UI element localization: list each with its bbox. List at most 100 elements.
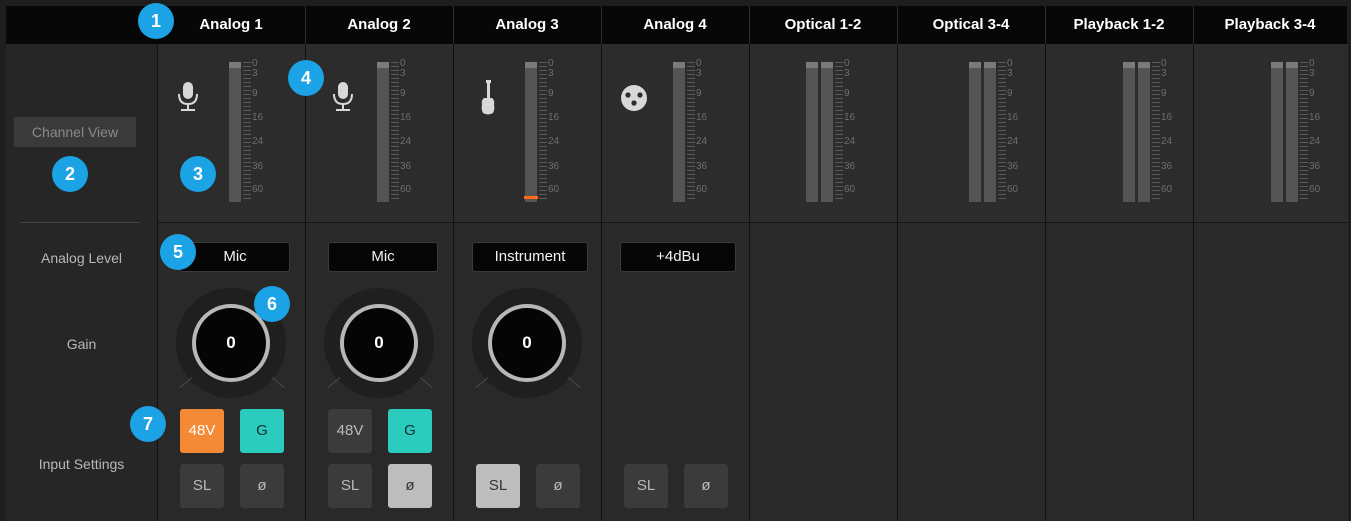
mixer-window: Analog 1 Analog 2 Analog 3 Analog 4 Opti… xyxy=(6,6,1348,521)
scale-label: 3 xyxy=(1161,68,1167,79)
scale-label: 16 xyxy=(1309,112,1321,123)
scale-label: 3 xyxy=(400,68,406,79)
level-meter-bar-left xyxy=(1123,62,1135,202)
header-divider xyxy=(601,6,602,44)
phantom-48v-button[interactable]: 48V xyxy=(180,409,224,453)
meter-peak-cap xyxy=(377,62,389,68)
level-meter-bar-right xyxy=(821,62,833,202)
microphone-icon xyxy=(333,82,353,111)
meter-ticks xyxy=(539,62,547,202)
meter-ticks xyxy=(243,62,251,202)
meter-ticks xyxy=(391,62,399,202)
solo-button[interactable]: SL xyxy=(180,464,224,508)
channel-header: Analog 1 Analog 2 Analog 3 Analog 4 Opti… xyxy=(6,6,1347,44)
gain-knob[interactable]: 0 xyxy=(472,288,582,398)
channel-header-optical-1-2[interactable]: Optical 1-2 xyxy=(749,6,897,44)
channel-strip-optical-3-4: 0 3 9 16 24 36 60 xyxy=(897,44,1045,521)
analog-level-select[interactable]: Mic xyxy=(180,242,290,272)
scale-label: 3 xyxy=(696,68,702,79)
row-labels-panel: Channel View Analog Level Gain Input Set… xyxy=(6,44,157,521)
scale-label: 9 xyxy=(696,88,702,99)
meter-peak-cap xyxy=(1123,62,1135,68)
scale-label: 24 xyxy=(1007,136,1019,147)
solo-button[interactable]: SL xyxy=(624,464,668,508)
meter-peak-cap xyxy=(984,62,996,68)
channel-strip-analog-2: 0 3 9 16 24 36 60 Mic 0 48V G SL ø xyxy=(305,44,453,521)
channel-header-analog-2[interactable]: Analog 2 xyxy=(305,6,453,44)
meter-peak-cap xyxy=(1271,62,1283,68)
callout-1: 1 xyxy=(138,3,174,39)
meter-section: 0 3 9 16 24 36 60 xyxy=(454,44,601,223)
meter-peak-indicator xyxy=(524,196,538,199)
phantom-48v-button[interactable]: 48V xyxy=(328,409,372,453)
scale-label: 24 xyxy=(548,136,560,147)
phase-invert-button[interactable]: ø xyxy=(684,464,728,508)
channel-header-analog-3[interactable]: Analog 3 xyxy=(453,6,601,44)
analog-level-select[interactable]: Mic xyxy=(328,242,438,272)
channel-header-playback-3-4[interactable]: Playback 3-4 xyxy=(1193,6,1347,44)
scale-label: 3 xyxy=(1007,68,1013,79)
scale-label: 9 xyxy=(548,88,554,99)
analog-level-select[interactable]: +4dBu xyxy=(620,242,736,272)
scale-label: 9 xyxy=(1007,88,1013,99)
header-divider xyxy=(749,6,750,44)
channel-strip-analog-1: 0 3 9 16 24 36 60 Mic 0 48V G SL ø xyxy=(157,44,305,521)
phase-invert-button[interactable]: ø xyxy=(240,464,284,508)
channel-header-playback-1-2[interactable]: Playback 1-2 xyxy=(1045,6,1193,44)
scale-label: 3 xyxy=(548,68,554,79)
meter-ticks xyxy=(835,62,843,202)
ground-button[interactable]: G xyxy=(388,409,432,453)
meter-section: 0 3 9 16 24 36 60 xyxy=(898,44,1045,223)
channel-header-optical-3-4[interactable]: Optical 3-4 xyxy=(897,6,1045,44)
gain-knob[interactable]: 0 xyxy=(324,288,434,398)
scale-label: 60 xyxy=(1309,184,1321,195)
scale-label: 60 xyxy=(252,184,264,195)
sidebar-divider xyxy=(20,222,140,223)
channel-header-analog-1[interactable]: Analog 1 xyxy=(157,6,305,44)
meter-peak-cap xyxy=(229,62,241,68)
meter-peak-cap xyxy=(525,62,537,68)
scale-label: 60 xyxy=(400,184,412,195)
phase-invert-button[interactable]: ø xyxy=(536,464,580,508)
analog-level-select[interactable]: Instrument xyxy=(472,242,588,272)
level-meter-bar-right xyxy=(1138,62,1150,202)
level-meter-bar-left xyxy=(806,62,818,202)
callout-4: 4 xyxy=(288,60,324,96)
scale-label: 24 xyxy=(252,136,264,147)
scale-label: 36 xyxy=(548,161,560,172)
callout-5: 5 xyxy=(160,234,196,270)
meter-peak-cap xyxy=(1286,62,1298,68)
scale-label: 24 xyxy=(844,136,856,147)
scale-label: 16 xyxy=(844,112,856,123)
scale-label: 60 xyxy=(1161,184,1173,195)
scale-label: 36 xyxy=(696,161,708,172)
scale-label: 9 xyxy=(1161,88,1167,99)
meter-peak-cap xyxy=(821,62,833,68)
meter-ticks xyxy=(1152,62,1160,202)
level-meter-bar-right xyxy=(984,62,996,202)
scale-label: 36 xyxy=(252,161,264,172)
ground-button[interactable]: G xyxy=(240,409,284,453)
meter-section: 0 3 9 16 24 36 60 xyxy=(158,44,305,223)
scale-label: 60 xyxy=(696,184,708,195)
callout-7: 7 xyxy=(130,406,166,442)
meter-peak-cap xyxy=(1138,62,1150,68)
phase-invert-button[interactable]: ø xyxy=(388,464,432,508)
scale-label: 36 xyxy=(844,161,856,172)
scale-label: 3 xyxy=(844,68,850,79)
input-settings-label: Input Settings xyxy=(38,456,125,472)
level-meter-bar-right xyxy=(1286,62,1298,202)
header-divider xyxy=(1193,6,1194,44)
solo-button[interactable]: SL xyxy=(328,464,372,508)
meter-peak-cap xyxy=(969,62,981,68)
meter-section: 0 3 9 16 24 36 60 xyxy=(1194,44,1348,223)
scale-label: 3 xyxy=(252,68,258,79)
header-divider xyxy=(305,6,306,44)
channel-header-analog-4[interactable]: Analog 4 xyxy=(601,6,749,44)
solo-button[interactable]: SL xyxy=(476,464,520,508)
channel-view-button[interactable]: Channel View xyxy=(14,117,136,147)
xlr-connector-icon xyxy=(621,85,647,111)
scale-label: 9 xyxy=(1309,88,1315,99)
scale-label: 16 xyxy=(696,112,708,123)
level-meter-bar xyxy=(673,62,685,202)
